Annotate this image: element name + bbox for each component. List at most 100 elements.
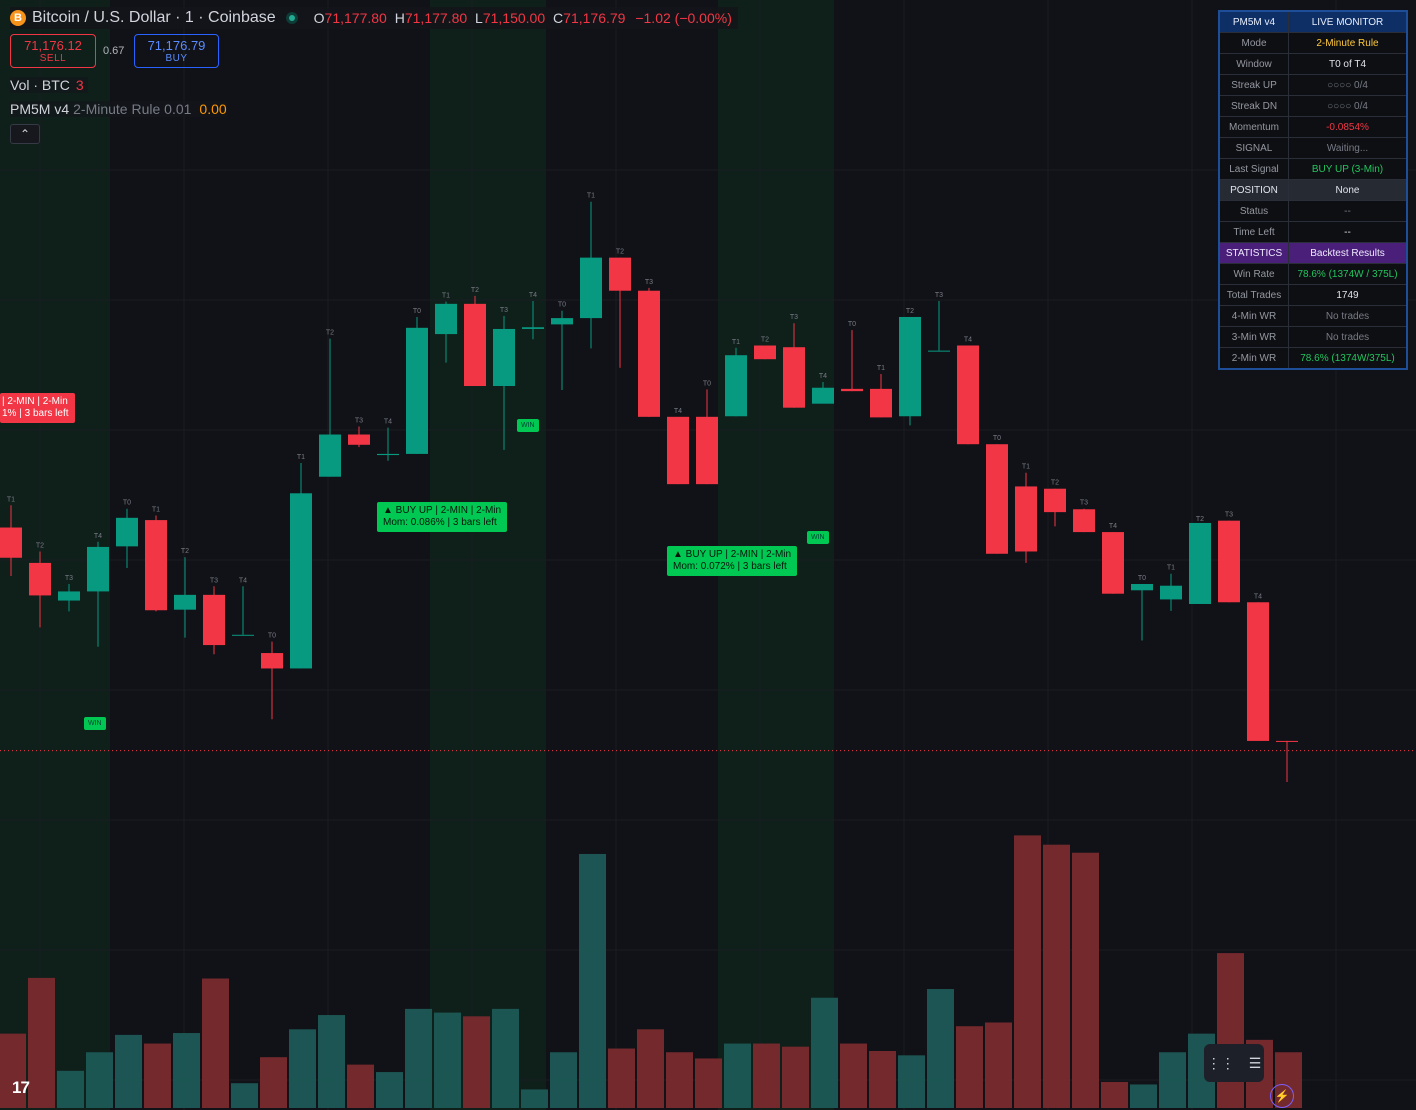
candle-window-label: T4	[384, 419, 392, 426]
volume-bar	[1130, 1084, 1157, 1108]
candle-body	[87, 546, 109, 592]
volume-bar	[463, 1016, 490, 1108]
monitor-row: Streak DN ○○○○ 0/4	[1218, 95, 1408, 117]
volume-bar	[86, 1052, 113, 1108]
candle-window-label: T4	[819, 373, 827, 380]
monitor-row: 2-Min WR 78.6% (1374W/375L)	[1218, 347, 1408, 370]
live-monitor-table: PM5M v4 LIVE MONITOR Mode 2-Minute Rule W…	[1218, 10, 1408, 370]
monitor-row: Total Trades 1749	[1218, 284, 1408, 306]
candle-window-label: T4	[529, 292, 537, 299]
monitor-row: Window T0 of T4	[1218, 53, 1408, 75]
volume-bar	[115, 1034, 142, 1108]
buy-button[interactable]: 71,176.79 BUY	[134, 34, 219, 68]
drag-handle-icon: ⋮⋮	[1206, 1054, 1235, 1071]
collapse-legend-button[interactable]: ⌃	[10, 124, 40, 144]
win-marker: WIN	[84, 717, 106, 730]
candle-window-label: T3	[935, 292, 943, 299]
candle-body	[319, 434, 341, 477]
candle-window-label: T3	[1225, 512, 1233, 519]
volume-legend[interactable]: Vol · BTC 3	[10, 77, 88, 93]
volume-bar	[550, 1052, 577, 1108]
sell-label: SELL	[39, 53, 67, 64]
sell-button[interactable]: 71,176.12 SELL	[10, 34, 96, 68]
monitor-title-value: LIVE MONITOR	[1288, 10, 1408, 33]
volume-bar	[608, 1048, 635, 1108]
candle-body	[609, 257, 631, 291]
volume-bar	[840, 1043, 867, 1108]
volume-bar	[956, 1026, 983, 1108]
win-marker: WIN	[807, 531, 829, 544]
candle-window-label: T2	[36, 542, 44, 549]
volume-bar	[579, 853, 606, 1108]
volume-bar	[57, 1070, 84, 1108]
candle-body	[1131, 584, 1153, 591]
candle-body	[986, 444, 1008, 554]
candle-window-label: T0	[703, 380, 711, 387]
monitor-header-row: PM5M v4 LIVE MONITOR	[1218, 10, 1408, 33]
symbol-header[interactable]: B Bitcoin / U.S. Dollar · 1 · Coinbase O…	[10, 7, 738, 29]
candle-body	[29, 562, 51, 596]
candle-window-label: T1	[587, 193, 595, 200]
volume-bar	[811, 997, 838, 1108]
candle-body	[841, 388, 863, 392]
candle-body	[435, 303, 457, 335]
volume-bar	[144, 1043, 171, 1108]
candle-window-label: T2	[326, 330, 334, 337]
indicator-legend[interactable]: PM5M v4 2-Minute Rule 0.01 0.00	[10, 101, 227, 117]
candle-body	[725, 355, 747, 417]
volume-bar	[985, 1022, 1012, 1108]
candle-window-label: T3	[645, 279, 653, 286]
volume-bar	[434, 1012, 461, 1108]
symbol-title[interactable]: Bitcoin / U.S. Dollar · 1 · Coinbase	[32, 9, 276, 27]
volume-bar	[1101, 1081, 1128, 1108]
candle-body	[203, 594, 225, 646]
candle-body	[116, 517, 138, 547]
lightning-icon[interactable]: ⚡	[1270, 1084, 1294, 1108]
high-value: 71,177.80	[404, 10, 468, 26]
monitor-statistics-row: STATISTICS Backtest Results	[1218, 242, 1408, 264]
candle-body	[1015, 486, 1037, 552]
buy-signal-label: ▲ BUY UP | 2-MIN | 2-Min Mom: 0.072% | 3 …	[667, 546, 798, 576]
object-tree-button[interactable]: ⋮⋮ ☰	[1204, 1044, 1264, 1082]
candle-window-label: T3	[1080, 500, 1088, 507]
candle-window-label: T4	[964, 337, 972, 344]
volume-bar	[898, 1055, 925, 1108]
monitor-row: Mode 2-Minute Rule	[1218, 32, 1408, 54]
candle-window-label: T2	[761, 337, 769, 344]
candle-body	[290, 493, 312, 669]
volume-bar	[289, 1029, 316, 1108]
close-value: 71,176.79	[563, 10, 626, 26]
candle-body	[1044, 488, 1066, 513]
candle-body	[667, 416, 689, 485]
candle-body	[261, 653, 283, 669]
volume-bar	[666, 1052, 693, 1108]
volume-bar	[753, 1043, 780, 1108]
candle-window-label: T0	[558, 302, 566, 309]
volume-bar	[173, 1033, 200, 1108]
sell-price: 71,176.12	[24, 38, 82, 53]
candle-body	[1247, 602, 1269, 741]
tradingview-logo[interactable]: 17	[12, 1078, 30, 1098]
candle-window-label: T2	[906, 308, 914, 315]
candle-window-label: T0	[848, 321, 856, 328]
candle-body	[754, 345, 776, 360]
candle-body	[1276, 740, 1298, 742]
indicator-name: PM5M v4	[10, 101, 70, 117]
candle-body	[870, 388, 892, 418]
win-marker: WIN	[517, 419, 539, 432]
signal-window-zone	[430, 0, 546, 1110]
candle-body	[957, 345, 979, 445]
candle-window-label: T1	[1022, 464, 1030, 471]
candle-window-label: T3	[500, 307, 508, 314]
candle-body	[1102, 532, 1124, 594]
candle-body	[1073, 509, 1095, 533]
candle-window-label: T2	[616, 249, 624, 256]
volume-bar	[260, 1057, 287, 1108]
volume-bar	[1014, 835, 1041, 1108]
monitor-row: Status --	[1218, 200, 1408, 222]
monitor-row: Momentum -0.0854%	[1218, 116, 1408, 138]
market-open-dot-icon	[285, 12, 298, 24]
candle-window-label: T1	[877, 365, 885, 372]
volume-bar	[1043, 844, 1070, 1108]
volume-bar	[927, 989, 954, 1108]
